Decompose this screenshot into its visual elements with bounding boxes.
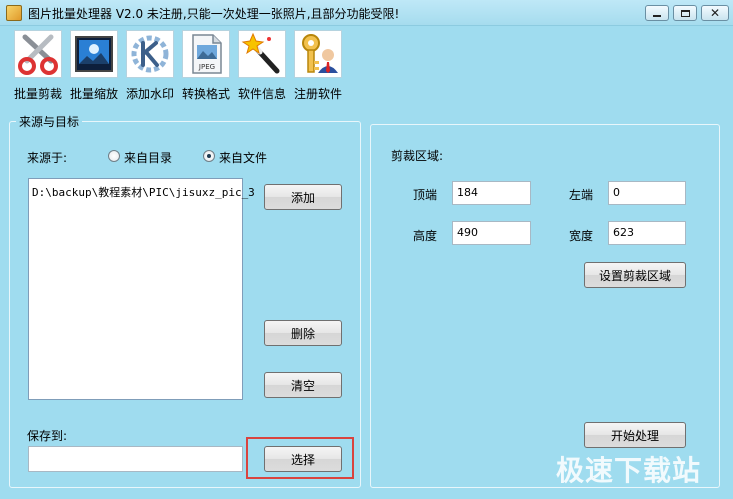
close-button[interactable]: ✕ xyxy=(701,5,729,21)
toolbar-label: 注册软件 xyxy=(293,87,342,101)
scissors-icon xyxy=(14,30,62,78)
radio-from-directory-label[interactable]: 来自目录 xyxy=(124,149,172,166)
toolbar-batch-crop[interactable]: 批量剪裁 xyxy=(11,30,65,102)
toolbar-convert-format[interactable]: JPEG 转换格式 xyxy=(179,30,233,102)
toolbar-label: 添加水印 xyxy=(125,87,174,101)
toolbar-add-watermark[interactable]: 添加水印 xyxy=(123,30,177,102)
toolbar-label: 转换格式 xyxy=(181,87,230,101)
clear-button[interactable]: 清空 xyxy=(264,372,342,398)
toolbar-register[interactable]: 注册软件 xyxy=(291,30,345,102)
add-button[interactable]: 添加 xyxy=(264,184,342,210)
crop-area-title: 剪裁区域: xyxy=(391,149,444,163)
app-icon xyxy=(6,5,22,21)
toolbar-software-info[interactable]: 软件信息 xyxy=(235,30,289,102)
source-label: 来源于: xyxy=(27,151,68,165)
maximize-button[interactable] xyxy=(673,5,697,21)
select-button-highlight xyxy=(246,437,354,479)
set-crop-area-button[interactable]: 设置剪裁区域 xyxy=(584,262,686,288)
watermark-icon xyxy=(126,30,174,78)
height-input[interactable]: 490 xyxy=(452,221,531,245)
image-resize-icon xyxy=(70,30,118,78)
site-watermark: 极速下载站 xyxy=(556,454,702,487)
width-input[interactable]: 623 xyxy=(608,221,686,245)
width-label: 宽度 xyxy=(569,229,594,243)
delete-button[interactable]: 删除 xyxy=(264,320,342,346)
toolbar-label: 软件信息 xyxy=(237,87,286,101)
save-path-input[interactable] xyxy=(28,446,243,472)
svg-text:JPEG: JPEG xyxy=(198,63,215,71)
radio-from-file[interactable] xyxy=(203,150,215,162)
start-processing-button[interactable]: 开始处理 xyxy=(584,422,686,448)
window-title: 图片批量处理器 V2.0 未注册,只能一次处理一张照片,且部分功能受限! xyxy=(28,7,400,21)
toolbar-label: 批量缩放 xyxy=(69,87,118,101)
left-label: 左端 xyxy=(569,188,594,202)
list-item[interactable]: D:\backup\教程素材\PIC\jisuxz_pic_3 xyxy=(32,184,255,200)
radio-from-directory[interactable] xyxy=(108,150,120,162)
close-icon: ✕ xyxy=(709,6,721,20)
file-listbox[interactable]: D:\backup\教程素材\PIC\jisuxz_pic_3 xyxy=(28,178,255,400)
top-input[interactable]: 184 xyxy=(452,181,531,205)
title-bar: 图片批量处理器 V2.0 未注册,只能一次处理一张照片,且部分功能受限! ✕ xyxy=(0,0,733,26)
minimize-icon xyxy=(653,15,661,17)
left-input[interactable]: 0 xyxy=(608,181,686,205)
key-user-icon xyxy=(294,30,342,78)
source-target-title: 来源与目标 xyxy=(16,113,83,130)
radio-from-file-label[interactable]: 来自文件 xyxy=(219,149,267,166)
toolbar-batch-resize[interactable]: 批量缩放 xyxy=(67,30,121,102)
jpeg-file-icon: JPEG xyxy=(182,30,230,78)
toolbar-label: 批量剪裁 xyxy=(13,87,62,101)
height-label: 高度 xyxy=(413,229,438,243)
minimize-button[interactable] xyxy=(645,5,669,21)
top-label: 顶端 xyxy=(413,188,438,202)
maximize-icon xyxy=(680,9,690,17)
save-to-label: 保存到: xyxy=(27,429,68,443)
magic-wand-icon xyxy=(238,30,286,78)
